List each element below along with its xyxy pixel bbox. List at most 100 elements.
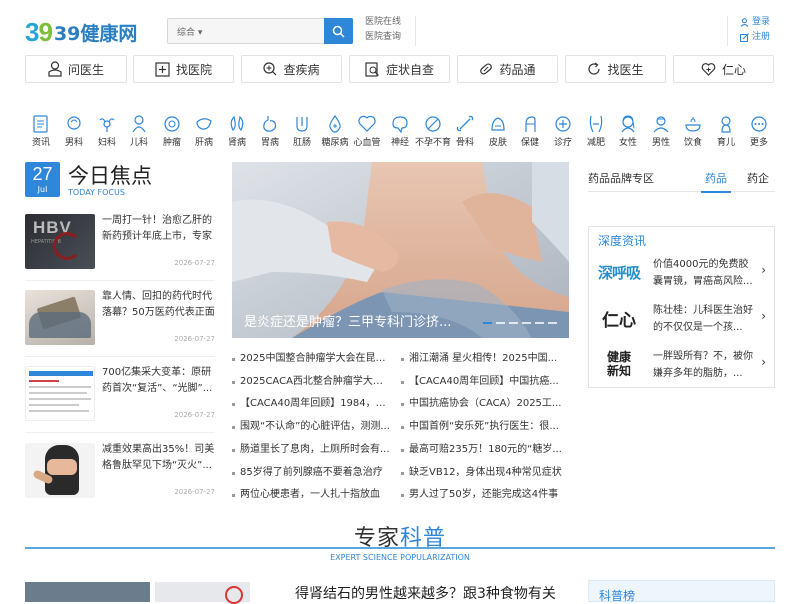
carousel-dots <box>483 322 557 324</box>
hero-caption[interactable]: 是炎症还是肿瘤？三甲专科门诊挤... <box>244 311 451 330</box>
chevron-right-icon[interactable]: › <box>761 355 766 369</box>
category-more[interactable]: 更多 <box>746 113 772 148</box>
hero-carousel[interactable]: 是炎症还是肿瘤？三甲专科门诊挤... <box>232 162 569 338</box>
expert-title: 专家科普 <box>353 526 447 551</box>
register-link[interactable]: 注册 <box>740 30 770 45</box>
news-title[interactable]: 靠人情、回扣的药代时代落幕？50万医药代表正面临... <box>102 289 215 322</box>
tab-pharma[interactable]: 药企 <box>747 170 769 186</box>
shenhuxi-logo: 深呼吸 <box>598 263 641 282</box>
news-thumbnail[interactable] <box>25 290 95 345</box>
focus-item[interactable]: 减重效果高出35%！司美格鲁肽罕见下场“灭火”... 2026-07-27 <box>25 443 215 511</box>
news-link[interactable]: 肠道里长了息肉，上厕所时会有... <box>232 439 392 462</box>
divider <box>727 16 728 46</box>
deep-news-item[interactable]: 仁心 陈壮桂：儿科医生治好的不仅仅是一个孩... › <box>589 297 774 342</box>
parenting-icon <box>721 115 731 133</box>
news-link[interactable]: 2025中国整合肿瘤学大会在昆明... <box>232 348 392 371</box>
news-link[interactable]: 【CACA40周年回顾】中国抗癌... <box>401 371 569 394</box>
gynecology-icon <box>99 117 115 132</box>
news-link[interactable]: 湘江潮涌 星火相传！2025中国... <box>401 348 569 371</box>
focus-item[interactable]: 靠人情、回扣的药代时代落幕？50万医药代表正面临... 2026-07-27 <box>25 290 215 358</box>
focus-item[interactable]: 700亿集采大变革：原研药首次“复活”、“光脚”... 2026-07-27 <box>25 366 215 434</box>
nav-find-doctor[interactable]: 找医生 <box>565 55 666 83</box>
orthopedics-icon <box>456 115 474 131</box>
focus-item[interactable]: HBV HEPATITIS B 一周打一针！治愈乙肝的新药预计年底上市，专家说.… <box>25 214 215 282</box>
news-thumbnail[interactable] <box>25 366 95 421</box>
carousel-dot[interactable] <box>483 322 492 324</box>
news-link[interactable]: 两位心梗患者，一人扎十指放血 <box>232 484 392 507</box>
section-title: 今日焦点 <box>68 164 152 188</box>
news-link[interactable]: 缺乏VB12，身体出现4种常见症状 <box>401 462 569 485</box>
search-category-select[interactable]: 综合 ▾ <box>177 25 202 38</box>
news-date: 2026-07-27 <box>174 411 215 419</box>
login-link[interactable]: 登录 <box>740 15 770 30</box>
chevron-right-icon[interactable]: › <box>761 309 766 323</box>
checklist-icon <box>365 61 379 77</box>
skin-icon <box>491 116 505 131</box>
nav-ask-doctor[interactable]: 问医生 <box>25 55 127 83</box>
pediatrics-icon <box>132 114 146 132</box>
nav-find-hospital[interactable]: 找医院 <box>133 55 234 83</box>
cardio-icon <box>358 115 376 132</box>
carousel-dot[interactable] <box>522 322 531 324</box>
ranking-title: 科普榜 <box>599 589 636 603</box>
pill-icon <box>480 63 493 75</box>
section-subtitle: TODAY FOCUS <box>68 188 125 197</box>
clinic-icon <box>555 115 571 132</box>
news-link[interactable]: 2025CACA西北整合肿瘤学大会... <box>232 371 392 394</box>
nav-renxin[interactable]: 仁心 <box>673 55 774 83</box>
brand-zone-title: 药品品牌专区 <box>588 172 654 185</box>
news-link[interactable]: 中国抗癌协会（CACA）2025工... <box>401 393 569 416</box>
search-button[interactable] <box>324 18 353 44</box>
news-thumbnail[interactable] <box>25 443 95 498</box>
news-link[interactable]: 85岁得了前列腺癌不要着急治疗 <box>232 462 392 485</box>
carousel-dot[interactable] <box>496 322 505 324</box>
carousel-dot[interactable] <box>548 322 557 324</box>
deep-news-panel: 深度资讯 深呼吸 价值4000元的免费胶囊胃镜，胃癌高风险... › 仁心 陈壮… <box>588 226 775 388</box>
andrology-icon <box>67 115 81 130</box>
nav-symptom-check[interactable]: 症状自查 <box>349 55 450 83</box>
category-bar: 资讯 男科 妇科 儿科 肿瘤 肝病 肾病 胃病 肛肠 糖尿病 心血管 神经 不孕不育 骨科 皮肤 保健 诊疗 减肥… <box>25 113 775 149</box>
category-label: 更多 <box>749 138 768 148</box>
hospital-search-link[interactable]: 医院查询 <box>365 30 401 45</box>
carousel-dot[interactable] <box>509 322 518 324</box>
header-links: 医院在线 医院查询 <box>365 15 401 45</box>
deep-news-item[interactable]: 健康新知 一胖毁所有？不，被你嫌弃多年的脂肪，... › <box>589 343 774 388</box>
weight-loss-icon <box>589 115 603 132</box>
hospital-online-link[interactable]: 医院在线 <box>365 15 401 30</box>
news-icon <box>33 114 48 133</box>
neuro-icon <box>392 115 408 133</box>
news-link[interactable]: 中国首例“安乐死”执行医生：很... <box>401 416 569 439</box>
chevron-right-icon[interactable]: › <box>761 263 766 277</box>
deep-news-text[interactable]: 陈壮桂：儿科医生治好的不仅仅是一个孩... <box>653 302 757 336</box>
more-icon <box>751 115 767 132</box>
user-icon <box>740 18 749 27</box>
news-link[interactable]: 【CACA40周年回顾】1984，中... <box>232 393 392 416</box>
site-logo[interactable]: 39 39健康网 <box>25 15 137 49</box>
tab-drugs[interactable]: 药品 <box>701 170 731 193</box>
diabetes-icon <box>329 114 341 133</box>
news-date: 2026-07-27 <box>174 488 215 496</box>
deep-news-text[interactable]: 价值4000元的免费胶囊胃镜，胃癌高风险... <box>653 256 757 290</box>
deep-news-title: 深度资讯 <box>598 234 647 248</box>
news-link[interactable]: 围观“不认命”的心脏评估，测测... <box>232 416 392 439</box>
health-icon <box>525 115 536 132</box>
hospital-icon <box>155 61 170 77</box>
news-list-right: 湘江潮涌 星火相传！2025中国... 【CACA40周年回顾】中国抗癌... … <box>401 348 569 507</box>
oncology-icon <box>164 115 180 132</box>
expert-thumbnail[interactable] <box>155 582 250 604</box>
news-title[interactable]: 一周打一针！治愈乙肝的新药预计年底上市，专家说... <box>102 213 215 246</box>
liver-icon <box>196 117 212 130</box>
deep-news-text[interactable]: 一胖毁所有？不，被你嫌弃多年的脂肪，... <box>653 348 757 382</box>
news-thumbnail[interactable]: HBV HEPATITIS B <box>25 214 95 269</box>
expert-thumbnail[interactable] <box>25 582 150 602</box>
nav-drug-info[interactable]: 药品通 <box>457 55 558 83</box>
deep-news-item[interactable]: 深呼吸 价值4000元的免费胶囊胃镜，胃癌高风险... › <box>589 251 774 296</box>
news-title[interactable]: 700亿集采大变革：原研药首次“复活”、“光脚”... <box>102 365 215 397</box>
men-icon <box>653 115 669 132</box>
nav-check-disease[interactable]: 查疾病 <box>241 55 342 83</box>
news-link[interactable]: 最高可赔235万！180元的“糖岁... <box>401 439 569 462</box>
expert-article-title[interactable]: 得肾结石的男性越来越多？跟3种食物有关 <box>295 583 556 603</box>
carousel-dot[interactable] <box>535 322 544 324</box>
news-link[interactable]: 男人过了50岁，还能完成这4件事 <box>401 484 569 507</box>
news-title[interactable]: 减重效果高出35%！司美格鲁肽罕见下场“灭火”... <box>102 442 215 474</box>
